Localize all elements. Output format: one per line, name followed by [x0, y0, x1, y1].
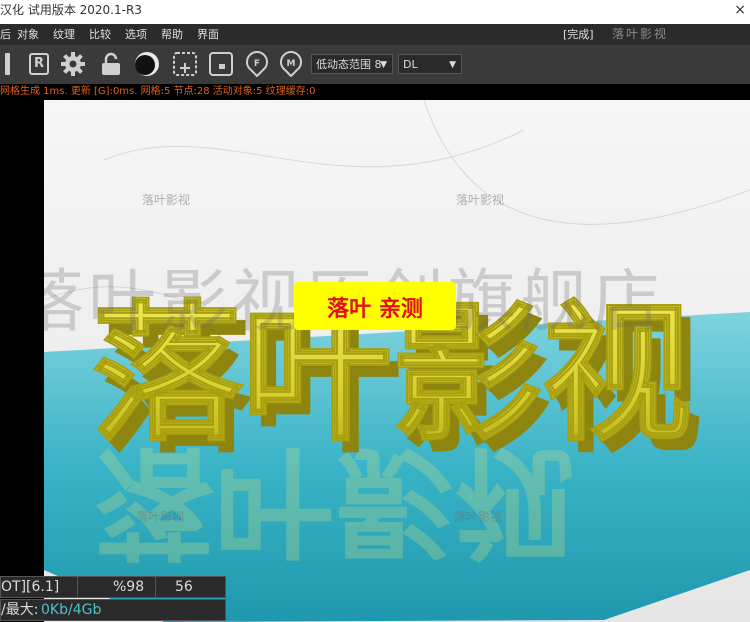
window-title: 汉化 试用版本 2020.1-R3: [0, 3, 142, 17]
badge-text: 落叶 亲测: [327, 297, 423, 322]
pause-bar-icon[interactable]: [2, 51, 12, 77]
svg-text:M: M: [287, 59, 296, 69]
title-bar: 汉化 试用版本 2020.1-R3 ×: [0, 0, 750, 24]
r-badge-icon[interactable]: R: [26, 51, 52, 77]
watermark-mark: 落叶影视: [142, 192, 190, 207]
menu-item-help[interactable]: 帮助: [161, 24, 183, 45]
chevron-down-icon: ▼: [380, 60, 387, 70]
hud-memory: /最大: 0Kb/4Gb: [0, 599, 226, 621]
lock-open-icon[interactable]: [98, 51, 124, 77]
render-scene: 落叶影视 落叶影视 落叶影视 落叶影视原创旗舰店 落叶影视 落叶影视 落叶影视 …: [44, 100, 750, 622]
hud-percent: %98: [113, 579, 145, 595]
render-viewport[interactable]: 落叶影视 落叶影视 落叶影视 落叶影视原创旗舰店 落叶影视 落叶影视 落叶影视 …: [44, 100, 750, 622]
m-pin-icon[interactable]: M: [278, 51, 304, 77]
watermark-mark: 落叶影视: [456, 192, 504, 207]
menu-item-render[interactable]: 后: [0, 24, 11, 45]
render-status: [完成]: [563, 28, 594, 41]
menu-item-options[interactable]: 选项: [125, 24, 147, 45]
dynamic-range-select[interactable]: 低动态范围 8 ▼: [311, 54, 393, 74]
memory-value: 0Kb/4Gb: [41, 602, 102, 618]
left-panel: [0, 100, 44, 622]
hud-ot-label: OT][6.1]: [1, 579, 60, 595]
toolbar: R F M 低动态范围 8 ▼ DL ▼: [0, 45, 750, 84]
f-pin-icon[interactable]: F: [244, 51, 270, 77]
watermark-mark: 落叶影视: [454, 509, 502, 524]
dl-select[interactable]: DL ▼: [398, 54, 462, 74]
menu-item-compare[interactable]: 比较: [89, 24, 111, 45]
hud-stats: OT][6.1] %98 56: [0, 576, 226, 598]
region-icon[interactable]: [208, 51, 234, 77]
menu-item-objects[interactable]: 对象: [17, 24, 39, 45]
add-region-icon[interactable]: [172, 51, 198, 77]
menu-item-interface[interactable]: 界面: [197, 24, 219, 45]
hud-value: 56: [175, 579, 193, 595]
watermark-mark: 落叶影视: [136, 509, 184, 524]
menu-bar: 后 对象 纹理 比较 选项 帮助 界面 [完成] 落叶影视: [0, 24, 750, 45]
svg-text:F: F: [254, 59, 260, 69]
sphere-icon[interactable]: [134, 51, 160, 77]
status-line: 网格生成 1ms. 更新 [G]:0ms. 网格:5 节点:28 活动对象:5 …: [0, 84, 750, 100]
close-icon[interactable]: ×: [734, 0, 746, 20]
memory-label: /最大:: [1, 602, 39, 618]
watermark-top: 落叶影视: [612, 27, 669, 41]
menu-item-textures[interactable]: 纹理: [53, 24, 75, 45]
chevron-down-icon: ▼: [449, 60, 456, 70]
gear-icon[interactable]: [60, 51, 86, 77]
